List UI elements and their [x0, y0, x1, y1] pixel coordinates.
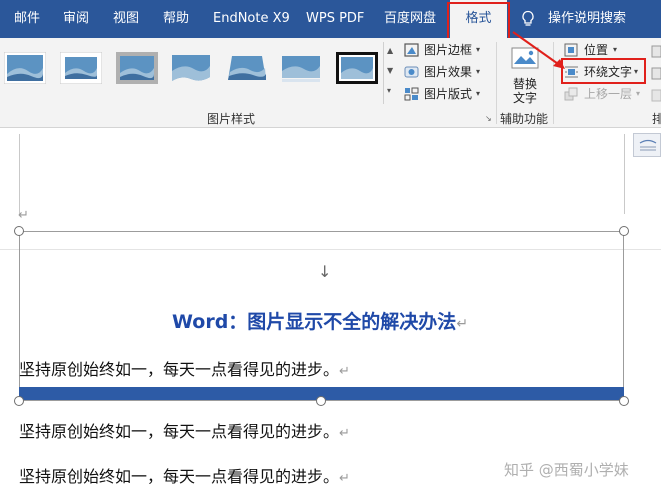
picture-style-thumbnail[interactable] — [116, 52, 158, 84]
group-label-picture-styles: 图片样式 — [207, 112, 256, 126]
page-margin-line — [19, 134, 20, 214]
dropdown-arrow-icon: ▾ — [476, 45, 481, 54]
alt-text-button-label-1[interactable]: 替换 — [506, 77, 544, 92]
gallery-up-icon[interactable]: ▲ — [387, 46, 393, 55]
tab-review[interactable]: 审阅 — [63, 0, 89, 38]
picture-border-icon — [404, 43, 419, 57]
dropdown-arrow-icon: ▾ — [636, 89, 641, 98]
tab-mailings[interactable]: 邮件 — [14, 0, 40, 38]
document-title: Word：图片显示不全的解决办法↵ — [172, 311, 469, 333]
highlight-box-format-tab — [447, 2, 510, 40]
dropdown-arrow-icon: ▾ — [613, 45, 618, 54]
group-label-accessibility: 辅助功能 — [500, 112, 549, 126]
body-line-3: 坚持原创始终如一，每天一点看得见的进步。↵ — [19, 467, 350, 486]
tab-view[interactable]: 视图 — [113, 0, 139, 38]
page-margin-line — [624, 134, 625, 214]
zhihu-watermark: 知乎 @西蜀小学妹 — [504, 461, 629, 479]
gallery-down-icon[interactable]: ▼ — [387, 66, 393, 75]
picture-border-button[interactable]: 图片边框 ▾ — [404, 40, 488, 60]
picture-style-thumbnail[interactable] — [60, 52, 102, 84]
dropdown-arrow-icon: ▾ — [476, 89, 481, 98]
picture-style-thumbnail[interactable] — [336, 52, 378, 84]
body-line-1: 坚持原创始终如一，每天一点看得见的进步。↵ — [19, 360, 350, 379]
down-arrow: ↓ — [318, 262, 332, 281]
alt-text-button-label-2[interactable]: 文字 — [506, 91, 544, 106]
bring-forward-icon — [564, 87, 578, 101]
arrange-partial-icons — [651, 45, 661, 102]
resize-handle-bottom-left[interactable] — [14, 396, 24, 406]
group-label-arrange: 排 — [652, 112, 661, 126]
tab-help[interactable]: 帮助 — [163, 0, 189, 38]
lightbulb-icon[interactable] — [521, 10, 535, 28]
layout-options-icon[interactable] — [633, 133, 661, 157]
tab-endnote[interactable]: EndNote X9 — [213, 0, 290, 38]
paragraph-mark: ↵ — [18, 208, 29, 223]
picture-style-thumbnail[interactable] — [170, 52, 212, 84]
tab-wps-pdf[interactable]: WPS PDF — [306, 0, 364, 38]
resize-handle-bottom-center[interactable] — [316, 396, 326, 406]
gallery-more-icon[interactable]: ▾ — [387, 86, 391, 95]
dialog-launcher-icon[interactable]: ↘ — [485, 114, 492, 123]
picture-effects-icon — [404, 66, 419, 78]
picture-layout-icon — [404, 87, 419, 101]
tab-baidu-netdisk[interactable]: 百度网盘 — [384, 0, 436, 38]
group-separator — [496, 42, 497, 124]
bring-forward-button[interactable]: 上移一层 ▾ — [564, 84, 644, 104]
picture-layout-button[interactable]: 图片版式 ▾ — [404, 84, 488, 104]
document-area[interactable]: ↵ ↓ Word：图片显示不全的解决办法↵ 坚持原创始终如一，每天一点看得见的进… — [0, 128, 661, 500]
picture-style-thumbnail[interactable] — [4, 52, 46, 84]
annotation-arrow-icon — [512, 31, 565, 69]
resize-handle-top-left[interactable] — [14, 226, 24, 236]
body-line-2: 坚持原创始终如一，每天一点看得见的进步。↵ — [19, 422, 350, 441]
dropdown-arrow-icon: ▾ — [476, 67, 481, 76]
resize-handle-bottom-right[interactable] — [619, 396, 629, 406]
gallery-scroll-bar[interactable]: ▲ ▼ ▾ — [383, 42, 397, 104]
picture-effects-button[interactable]: 图片效果 ▾ — [404, 62, 488, 82]
resize-handle-top-right[interactable] — [619, 226, 629, 236]
picture-style-thumbnail[interactable] — [226, 52, 268, 84]
picture-style-thumbnail[interactable] — [280, 52, 322, 84]
